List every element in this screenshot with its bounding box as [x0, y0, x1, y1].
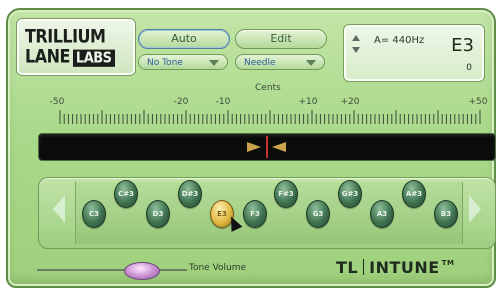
scale-label: +50 — [468, 97, 488, 107]
brand-tm: TM — [441, 259, 455, 267]
cents-title: Cents — [255, 83, 281, 93]
chevron-down-icon — [306, 60, 316, 66]
note-key-c3[interactable]: C3 — [82, 200, 106, 228]
note-key-g3[interactable]: G3 — [306, 200, 330, 228]
note-key-gsharp3[interactable]: G#3 — [338, 180, 362, 208]
brand-name: INTUNE — [369, 258, 440, 277]
auto-button[interactable]: Auto — [138, 29, 230, 49]
sharp-indicator-icon — [272, 142, 286, 152]
tone-volume-knob[interactable] — [124, 262, 160, 280]
cents-scale: -50 -20 -10 +10 +20 +50 — [0, 97, 500, 109]
logo-labs-badge: LABS — [72, 49, 115, 67]
edit-button[interactable]: Edit — [235, 29, 327, 49]
detected-note: E3 — [451, 35, 474, 56]
reference-up-icon[interactable] — [352, 35, 360, 41]
needle-select-value: Needle — [244, 58, 276, 68]
note-key-f3[interactable]: F3 — [243, 200, 267, 228]
tuning-meter — [38, 133, 496, 161]
tuning-display: A= 440Hz E3 0 — [343, 24, 485, 82]
scale-label: -50 — [49, 97, 65, 107]
tl-intune-brand: TL INTUNE TM — [336, 258, 454, 277]
brand-prefix: TL — [336, 258, 359, 277]
cents-ticks — [59, 110, 481, 124]
note-key-a3[interactable]: A3 — [370, 200, 394, 228]
tone-select-value: No Tone — [147, 58, 183, 68]
scale-label: +10 — [298, 97, 318, 107]
scale-label: -10 — [215, 97, 231, 107]
tone-volume-track[interactable] — [37, 269, 187, 271]
chevron-down-icon — [209, 60, 219, 66]
scale-label: -20 — [173, 97, 189, 107]
reference-pitch: A= 440Hz — [374, 35, 425, 46]
tone-volume-label: Tone Volume — [189, 263, 247, 273]
scale-label: +20 — [340, 97, 360, 107]
center-line — [266, 136, 268, 158]
note-key-asharp3[interactable]: A#3 — [402, 180, 426, 208]
note-key-fsharp3[interactable]: F#3 — [274, 180, 298, 208]
note-key-dsharp3[interactable]: D#3 — [178, 180, 202, 208]
reference-down-icon[interactable] — [352, 47, 360, 53]
logo-line-1: TRILLIUM — [25, 25, 106, 47]
note-key-csharp3[interactable]: C#3 — [114, 180, 138, 208]
previous-octave-icon[interactable] — [53, 195, 65, 223]
tone-select[interactable]: No Tone — [138, 54, 228, 70]
logo-line-2: LANE LABS — [25, 45, 115, 67]
next-octave-icon[interactable] — [469, 195, 481, 223]
needle-select[interactable]: Needle — [235, 54, 325, 70]
brand-separator — [363, 259, 365, 275]
logo-lane: LANE — [25, 45, 70, 67]
cents-readout: 0 — [466, 63, 472, 73]
note-keyboard — [38, 177, 496, 249]
trillium-lane-labs-logo: TRILLIUM LANE LABS — [16, 18, 136, 76]
note-key-b3[interactable]: B3 — [434, 200, 458, 228]
note-key-d3[interactable]: D3 — [146, 200, 170, 228]
flat-indicator-icon — [247, 142, 261, 152]
